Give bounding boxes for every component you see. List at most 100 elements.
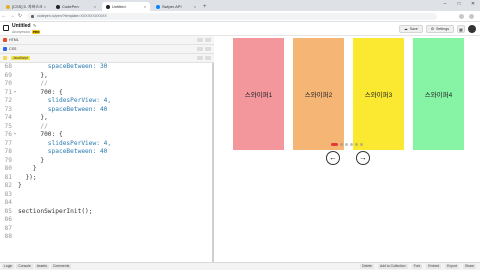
- line-number: 79: [4, 156, 12, 164]
- pencil-icon[interactable]: ✎: [33, 23, 36, 28]
- new-tab-button[interactable]: +: [203, 2, 207, 11]
- code-text: spaceBetween: 40: [18, 105, 108, 113]
- close-tab-icon[interactable]: ×: [144, 4, 146, 9]
- css-pane-header[interactable]: CSS: [0, 45, 214, 54]
- footer-button[interactable]: Login: [2, 264, 15, 269]
- line-number: 83: [4, 190, 12, 198]
- code-text: }: [18, 182, 22, 189]
- profile-icon[interactable]: [469, 13, 474, 19]
- settings-button[interactable]: ⚙ Settings: [425, 25, 454, 33]
- line-number: 71: [4, 88, 12, 96]
- arrow-left-icon[interactable]: ←: [326, 151, 340, 165]
- pane-settings-icon[interactable]: [197, 56, 203, 60]
- forward-icon[interactable]: →: [8, 13, 16, 19]
- code-line: 85 sectionSwiperInit();: [0, 208, 214, 217]
- pen-title[interactable]: Untitled ✎: [12, 23, 36, 29]
- swiper-slide[interactable]: 스와이퍼3: [353, 38, 404, 150]
- footer-action-button[interactable]: Embed: [426, 264, 442, 269]
- pagination-bullet[interactable]: [331, 143, 338, 146]
- html-pane-label: HTML: [9, 38, 19, 42]
- line-number: 82: [4, 182, 12, 189]
- footer-action-button[interactable]: Share: [462, 264, 476, 269]
- code-line: 82}: [0, 182, 214, 191]
- footer-button[interactable]: Comments: [50, 264, 72, 269]
- swiper-slide[interactable]: 스와이퍼1: [233, 38, 284, 150]
- code-line: 76 ▾ 700: {: [0, 131, 214, 140]
- html-pane-header[interactable]: HTML: [0, 36, 214, 45]
- gear-icon: ⚙: [430, 27, 434, 31]
- css-pane-label: CSS: [9, 47, 17, 51]
- url-input[interactable]: codepen.io/pen/?template=XXXXXXXXXXX: [27, 12, 437, 20]
- address-bar-row: ← → ↻ codepen.io/pen/?template=XXXXXXXXX…: [0, 11, 480, 22]
- back-icon[interactable]: ←: [0, 13, 8, 19]
- js-badge: JavaScript: [11, 56, 30, 60]
- footer-right: Delete Add to Collection Fork Embed Export Sh…: [360, 264, 478, 269]
- pagination-bullet[interactable]: [350, 143, 353, 146]
- line-number: 86: [4, 216, 12, 223]
- layout-icon[interactable]: ▦: [457, 25, 465, 33]
- code-line: 87: [0, 225, 214, 234]
- code-line: 75 //: [0, 123, 214, 132]
- pagination-bullet[interactable]: [340, 143, 343, 146]
- footer-action-button[interactable]: Export: [445, 264, 459, 269]
- browser-tab[interactable]: Swiper API ×: [152, 2, 200, 11]
- swiper-slide[interactable]: 스와이퍼2: [293, 38, 344, 150]
- code-text: sectionSwiperInit();: [18, 207, 93, 215]
- swiper-slide[interactable]: 스와이퍼4: [413, 38, 464, 150]
- save-button[interactable]: ☁ Save: [398, 25, 423, 33]
- code-line: 84: [0, 199, 214, 208]
- slide-label: 스와이퍼3: [364, 92, 393, 99]
- footer-action-button[interactable]: Fork: [411, 264, 423, 269]
- js-code-editor[interactable]: 68 spaceBetween: 30 69 }, 70 //71 ▾ 700: {7…: [0, 63, 214, 262]
- avatar[interactable]: [468, 25, 476, 33]
- pane-settings-icon[interactable]: [197, 38, 203, 42]
- close-tab-icon[interactable]: ×: [94, 4, 96, 9]
- footer-button[interactable]: Console: [16, 264, 33, 269]
- tab-title: Untitled: [112, 4, 126, 9]
- code-line: 70 //: [0, 80, 214, 89]
- pagination-bullet[interactable]: [345, 143, 348, 146]
- line-number: 87: [4, 224, 12, 232]
- line-number: 74: [4, 114, 12, 121]
- code-line: 88: [0, 233, 214, 242]
- footer-action-button[interactable]: Delete: [360, 264, 374, 269]
- codepen-logo-icon[interactable]: [3, 25, 9, 31]
- minimize-button[interactable]: –: [438, 0, 452, 9]
- browser-tab[interactable]: Untitled ×: [102, 2, 150, 11]
- line-number: 78: [4, 148, 12, 155]
- pane-collapse-icon[interactable]: [205, 56, 211, 60]
- reload-icon[interactable]: ↻: [16, 13, 24, 19]
- code-line: 83: [0, 191, 214, 200]
- line-number: 76: [4, 131, 12, 138]
- result-preview: 스와이퍼4 스와이퍼3 스와이퍼2 스와이퍼1 ← →: [216, 36, 480, 262]
- pane-settings-icon[interactable]: [197, 47, 203, 51]
- close-tab-icon[interactable]: ×: [44, 4, 46, 9]
- browser-tab[interactable]: CodePen ×: [52, 2, 100, 11]
- codepen-header: Untitled ✎ Anonymous PRO ☁ Save ⚙ Settin…: [0, 22, 480, 36]
- header-actions: ☁ Save ⚙ Settings ▦: [398, 25, 476, 33]
- code-line: 78 spaceBetween: 40: [0, 148, 214, 157]
- footer-button[interactable]: Assets: [34, 264, 49, 269]
- pro-badge: PRO: [31, 30, 41, 34]
- save-label: Save: [409, 27, 418, 31]
- code-line: 72 slidesPerView: 4,: [0, 97, 214, 106]
- code-text: //: [18, 80, 48, 87]
- pagination-bullet[interactable]: [355, 143, 358, 146]
- pane-collapse-icon[interactable]: [205, 47, 211, 51]
- arrow-right-icon[interactable]: →: [356, 151, 370, 165]
- close-tab-icon[interactable]: ×: [194, 4, 196, 9]
- code-text: },: [18, 114, 48, 121]
- extension-icon[interactable]: [459, 13, 464, 19]
- line-number: 72: [4, 97, 12, 104]
- pagination-bullet[interactable]: [360, 143, 363, 146]
- line-number: 69: [4, 71, 12, 79]
- code-text: slidesPerView: 4,: [18, 139, 112, 147]
- pane-collapse-icon[interactable]: [205, 38, 211, 42]
- tab-title: [CSS] 5. 자바스크립트 슬라이더 예제: [12, 3, 42, 9]
- close-window-button[interactable]: ✕: [466, 0, 480, 9]
- footer-action-button[interactable]: Add to Collection: [377, 264, 408, 269]
- js-pane-header[interactable]: JavaScript: [0, 54, 214, 63]
- browser-tab[interactable]: [CSS] 5. 자바스크립트 슬라이더 예제×: [2, 2, 50, 11]
- maximize-button[interactable]: □: [452, 0, 466, 9]
